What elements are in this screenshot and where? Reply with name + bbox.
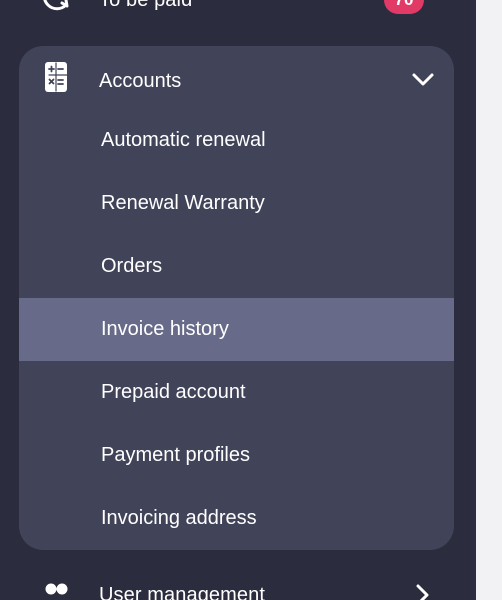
scrollbar-track[interactable] [476, 0, 502, 600]
sidebar-item-accounts[interactable]: Accounts [19, 52, 454, 102]
submenu-item-label: Payment profiles [101, 444, 250, 466]
submenu-item-label: Renewal Warranty [101, 192, 265, 214]
sidebar-item-label: To be paid [99, 0, 192, 12]
submenu-item-label: Orders [101, 255, 163, 277]
accounts-group: Accounts Automatic renewal Renewal Warra… [19, 46, 454, 550]
users-icon [40, 578, 74, 600]
sidebar-item-to-be-paid[interactable]: To be paid 70 [0, 0, 476, 25]
submenu-item-automatic-renewal[interactable]: Automatic renewal [19, 109, 454, 172]
count-badge: 70 [384, 0, 424, 14]
submenu-item-invoicing-address[interactable]: Invoicing address [19, 487, 454, 550]
submenu-item-invoice-history[interactable]: Invoice history [19, 298, 454, 361]
sidebar-item-label: User management [99, 583, 266, 600]
submenu-item-label: Automatic renewal [101, 129, 266, 151]
chevron-down-icon[interactable] [409, 66, 437, 94]
submenu-item-label: Invoicing address [101, 507, 257, 529]
calculator-icon [39, 60, 73, 94]
sidebar-item-label: Accounts [99, 70, 182, 92]
submenu-item-orders[interactable]: Orders [19, 235, 454, 298]
sidebar-item-user-management[interactable]: User management [0, 570, 476, 600]
submenu-item-payment-profiles[interactable]: Payment profiles [19, 424, 454, 487]
submenu-item-label: Invoice history [101, 318, 229, 340]
sidebar: To be paid 70 Accounts [0, 0, 476, 600]
submenu-item-label: Prepaid account [101, 381, 246, 403]
payment-icon [40, 0, 74, 17]
submenu-item-renewal-warranty[interactable]: Renewal Warranty [19, 172, 454, 235]
submenu-item-prepaid-account[interactable]: Prepaid account [19, 361, 454, 424]
chevron-right-icon[interactable] [408, 581, 436, 600]
